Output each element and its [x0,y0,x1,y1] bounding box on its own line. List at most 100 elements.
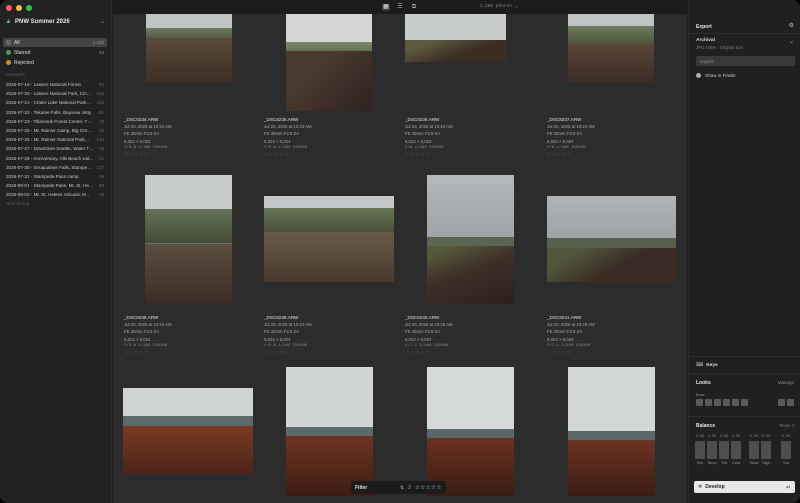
photo-thumbnail[interactable] [547,196,676,282]
balance-slider-sat[interactable] [781,441,791,459]
export-button[interactable]: Export [696,56,795,66]
photo-thumbnail[interactable] [146,14,232,82]
sidebar-group-item[interactable]: 2026-07-28 - Anniversary, Alki Beach wal… [3,154,107,163]
photo-dimensions: 6,024 × 6,024 [124,336,151,342]
star-rating[interactable]: ☆☆☆☆☆ [405,350,453,356]
sidebar-filter-rejected[interactable]: Rejected [3,58,107,67]
star-rating[interactable]: ☆☆☆☆☆ [264,350,312,356]
sidebar-group-item[interactable]: 2026-07-20 - Lassen National Park, Cin… 1… [3,89,107,98]
photo-thumbnail[interactable] [427,175,514,304]
list-view-icon[interactable]: ☰ [396,4,404,11]
sidebar-filter-all[interactable]: All 1,200 [3,38,107,47]
star-rating[interactable]: ☆☆☆☆☆ [405,152,453,158]
balance-slider-temp[interactable] [707,441,717,459]
photo-dimensions: 6,024 × 6,024 [547,336,574,342]
balance-slider-exp[interactable] [695,441,705,459]
photo-count-menu[interactable]: 1,200 photos ⌄ [480,3,518,9]
look-swatch[interactable] [705,399,712,406]
look-swatch[interactable] [741,399,748,406]
balance-slider-cont[interactable] [731,441,741,459]
balance-label: Temp [707,461,717,465]
photo-thumbnail[interactable] [568,367,655,496]
compare-view-icon[interactable]: ⧉ [410,4,418,11]
photo-thumbnail[interactable] [286,367,373,496]
look-swatch[interactable] [723,399,730,406]
star-icon [6,50,11,55]
preset-title[interactable]: Archival [696,38,715,43]
sidebar-group-item[interactable]: 2026-07-19 - Lassen National Forest 50 [3,80,107,89]
photo-filename: _DSC8234.ARW [124,117,159,122]
close-window-button[interactable] [6,5,12,11]
new-group-button[interactable]: New Group [3,199,107,208]
balance-value: 0.00 [707,435,717,439]
develop-button[interactable]: ✲ Develop ↵ [694,481,795,493]
grid-view-icon[interactable]: ▦ [382,3,390,11]
photo-thumbnail[interactable] [568,14,654,82]
filter-icon[interactable]: ⇅ [400,485,404,491]
photo-thumbnail[interactable] [123,388,253,474]
photo-thumbnail[interactable] [427,367,514,496]
look-swatch[interactable] [714,399,721,406]
photo-thumbnail[interactable] [145,175,232,304]
sidebar: ▲ PNW Summer 2026 ⌄ All 1,200 Starred 53… [0,0,112,503]
sidebar-group-item[interactable]: 2026-07-23 - Tillamook Forest Center, T…… [3,117,107,126]
show-in-finder-label: Show in Finder [705,73,736,78]
chevron-down-icon: ⌄ [99,19,105,25]
gear-icon[interactable]: ⚙ [789,22,794,29]
sidebar-group-item[interactable]: 2026-07-26 - Mt. Rainier National Park,…… [3,135,107,144]
balance-value: 0.00 [731,435,741,439]
star-rating[interactable]: ☆☆☆☆☆ [264,152,312,158]
balance-slider-tint[interactable] [719,441,729,459]
sidebar-group-item[interactable]: 2026-07-31 - Stampede Pass camp 36 [3,172,107,181]
filter-count: 1,200 [92,40,104,45]
photo-thumbnail[interactable] [264,196,394,282]
photo-dimensions: 6,024 × 6,024 [264,138,291,144]
balance-slider-shad[interactable] [749,441,759,459]
chevron-down-icon[interactable]: ⌄ [789,38,794,45]
photo-thumbnail[interactable] [405,14,506,62]
photo-lens: FE 35mm F2.8 ZA [124,329,160,335]
sidebar-group-item[interactable]: 2026-08-01 - Stampede Pass, Mt. St. Hel…… [3,181,107,190]
look-swatch[interactable] [696,399,703,406]
zoom-window-button[interactable] [26,5,32,11]
sidebar-group-item[interactable]: 2026-07-21 - Crater Lake National Park… 2… [3,98,107,107]
filter-label: Starred [14,49,31,56]
look-swatch[interactable] [732,399,739,406]
keyboard-icon: ⌨ [696,362,704,368]
sidebar-group-item[interactable]: 2026-07-25 - Mt. Rainier Camp, Big Cree…… [3,126,107,135]
filter-bar[interactable]: Filter ⇅ 2 ☆☆☆☆☆ [351,481,446,494]
star-rating[interactable]: ☆☆☆☆☆ [124,152,172,158]
photo-date: Jul 20, 2026 at 10:24 AM [264,322,312,328]
toggle-icon[interactable] [696,73,701,78]
look-swatch[interactable] [778,399,785,406]
develop-icon: ✲ [698,484,703,490]
sidebar-group-item[interactable]: 2026-07-22 - Tokatee Falls, Bayview Jett… [3,108,107,117]
star-rating[interactable]: ☆☆☆☆☆ [547,350,595,356]
sidebar-group-item[interactable]: 2026-08-02 - Mt. St. Helens Volcanic M… 7… [3,190,107,199]
sidebar-group-item[interactable]: 2026-07-27 - Downtown Seattle, Water T… 7… [3,144,107,153]
keys-section[interactable]: ⌨ Keys [696,362,718,368]
filter-list: All 1,200 Starred 53 Rejected [3,38,107,68]
balance-slider-high[interactable] [761,441,771,459]
star-rating[interactable]: ☆☆☆☆☆ [124,350,172,356]
show-in-finder-toggle[interactable]: Show in Finder [696,73,736,78]
star-rating[interactable]: ☆☆☆☆☆ [547,152,595,158]
photo-thumbnail[interactable] [286,14,372,111]
filter-star-rating[interactable]: ☆☆☆☆☆ [415,485,442,491]
looks-manage-button[interactable]: Manage [778,380,794,385]
divider [689,416,800,417]
photo-meta: _DSC8240.ARW Jul 20, 2026 at 10:28 AM FE… [405,315,453,356]
group-label: 2026-07-21 - Crater Lake National Park… [6,100,92,106]
balance-value: 0.00 [695,435,705,439]
group-label: 2026-07-25 - Mt. Rainier Camp, Big Cree… [6,128,94,134]
balance-reset-button[interactable]: Reset ↺ [779,423,795,428]
catalog-switcher[interactable]: ▲ PNW Summer 2026 ⌄ [5,18,105,26]
sidebar-group-item[interactable]: 2026-07-30 - Snoqualmie Falls, Stampe… 13… [3,163,107,172]
photo-meta: _DSC8235.ARW Jul 20, 2026 at 10:23 AM FE… [264,117,312,158]
photo-exif: f/7.1 1/100 ISO100 [405,343,449,348]
sidebar-filter-starred[interactable]: Starred 53 [3,48,107,57]
look-swatch[interactable] [787,399,794,406]
groups-heading: GROUPS [6,72,26,77]
minimize-window-button[interactable] [16,5,22,11]
balance-label: Sat [783,461,789,465]
